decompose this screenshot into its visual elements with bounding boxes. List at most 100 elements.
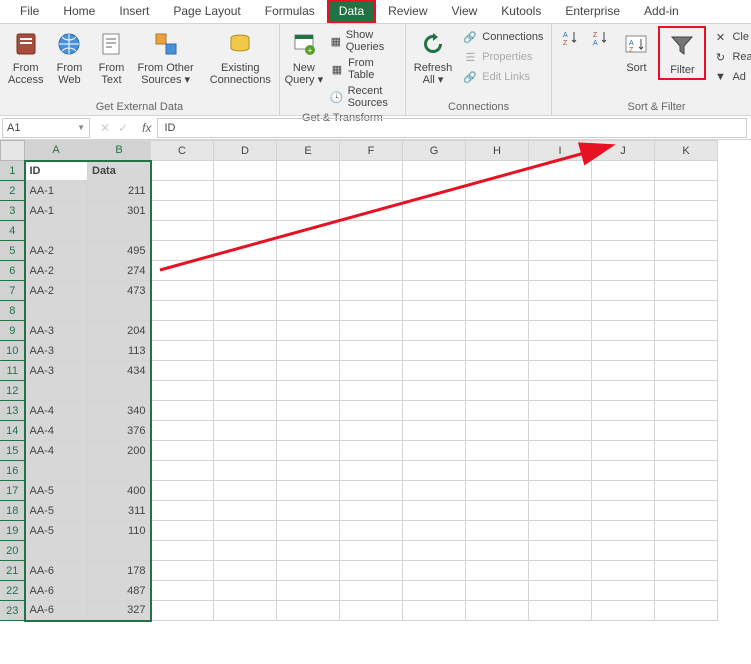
cell[interactable] xyxy=(277,601,340,621)
cell[interactable] xyxy=(466,501,529,521)
cell[interactable]: AA-5 xyxy=(25,481,88,501)
cell[interactable] xyxy=(592,261,655,281)
cell[interactable] xyxy=(529,581,592,601)
cell[interactable] xyxy=(340,601,403,621)
sort-az-button[interactable]: AZ xyxy=(556,26,584,50)
cell[interactable]: AA-2 xyxy=(25,241,88,261)
cell[interactable] xyxy=(466,281,529,301)
filter-button[interactable]: Filter xyxy=(662,28,702,78)
cell[interactable]: ID xyxy=(25,161,88,181)
cell[interactable] xyxy=(529,421,592,441)
cell[interactable] xyxy=(340,441,403,461)
cell[interactable] xyxy=(151,201,214,221)
cell[interactable] xyxy=(277,261,340,281)
cell[interactable] xyxy=(403,501,466,521)
cell[interactable]: 110 xyxy=(88,521,151,541)
row-header[interactable]: 13 xyxy=(1,401,25,421)
cell[interactable] xyxy=(403,161,466,181)
cell[interactable] xyxy=(655,541,718,561)
cell[interactable] xyxy=(277,461,340,481)
cell[interactable] xyxy=(214,381,277,401)
cell[interactable] xyxy=(214,301,277,321)
cell[interactable] xyxy=(529,461,592,481)
cell[interactable] xyxy=(529,281,592,301)
cell[interactable] xyxy=(151,541,214,561)
cell[interactable] xyxy=(340,161,403,181)
cell[interactable] xyxy=(214,501,277,521)
cell[interactable] xyxy=(529,321,592,341)
cell[interactable] xyxy=(277,501,340,521)
cell[interactable] xyxy=(403,241,466,261)
row-header[interactable]: 23 xyxy=(1,601,25,621)
cell[interactable] xyxy=(25,461,88,481)
row-header[interactable]: 6 xyxy=(1,261,25,281)
cell[interactable] xyxy=(529,221,592,241)
cell[interactable] xyxy=(466,341,529,361)
cell[interactable] xyxy=(151,301,214,321)
row-header[interactable]: 14 xyxy=(1,421,25,441)
cell[interactable]: AA-3 xyxy=(25,361,88,381)
cell[interactable] xyxy=(151,321,214,341)
cell[interactable]: AA-2 xyxy=(25,261,88,281)
column-header[interactable]: G xyxy=(403,141,466,161)
cell[interactable] xyxy=(655,501,718,521)
cell[interactable] xyxy=(655,581,718,601)
tab-enterprise[interactable]: Enterprise xyxy=(553,0,632,23)
cell[interactable] xyxy=(277,381,340,401)
cell[interactable] xyxy=(529,501,592,521)
cell[interactable] xyxy=(403,461,466,481)
cell[interactable] xyxy=(403,381,466,401)
cell[interactable] xyxy=(214,561,277,581)
cell[interactable] xyxy=(214,461,277,481)
cell[interactable] xyxy=(529,181,592,201)
cell[interactable] xyxy=(340,561,403,581)
cell[interactable] xyxy=(403,561,466,581)
cell[interactable] xyxy=(151,281,214,301)
cell[interactable] xyxy=(277,561,340,581)
cell[interactable] xyxy=(592,541,655,561)
cell[interactable] xyxy=(151,421,214,441)
column-header[interactable]: C xyxy=(151,141,214,161)
cell[interactable]: AA-6 xyxy=(25,561,88,581)
cell[interactable] xyxy=(466,241,529,261)
cell[interactable] xyxy=(340,261,403,281)
cell[interactable] xyxy=(529,441,592,461)
cell[interactable] xyxy=(340,221,403,241)
cell[interactable] xyxy=(340,481,403,501)
cell[interactable] xyxy=(403,401,466,421)
spreadsheet-grid[interactable]: ABCDEFGHIJK1IDData2AA-12113AA-130145AA-2… xyxy=(0,140,751,622)
row-header[interactable]: 15 xyxy=(1,441,25,461)
cancel-icon[interactable]: ✕ xyxy=(100,121,110,135)
cell[interactable] xyxy=(403,261,466,281)
fx-icon[interactable]: fx xyxy=(136,121,157,135)
cell[interactable] xyxy=(340,361,403,381)
cell[interactable] xyxy=(466,201,529,221)
cell[interactable] xyxy=(655,481,718,501)
cell[interactable] xyxy=(529,601,592,621)
show-queries-button[interactable]: ▦Show Queries xyxy=(326,28,401,54)
cell[interactable] xyxy=(403,221,466,241)
cell[interactable] xyxy=(466,181,529,201)
recent-sources-button[interactable]: 🕓Recent Sources xyxy=(326,84,401,110)
from-other-sources-button[interactable]: From Other Sources ▾ xyxy=(133,26,197,88)
cell[interactable] xyxy=(466,321,529,341)
cell[interactable] xyxy=(151,241,214,261)
column-header[interactable]: K xyxy=(655,141,718,161)
advanced-button[interactable]: ▼Ad xyxy=(708,68,751,86)
cell[interactable] xyxy=(277,201,340,221)
cell[interactable] xyxy=(529,481,592,501)
row-header[interactable]: 16 xyxy=(1,461,25,481)
cell[interactable] xyxy=(277,401,340,421)
cell[interactable] xyxy=(214,221,277,241)
cell[interactable] xyxy=(655,521,718,541)
cell[interactable] xyxy=(466,481,529,501)
cell[interactable] xyxy=(466,541,529,561)
cell[interactable]: 487 xyxy=(88,581,151,601)
tab-home[interactable]: Home xyxy=(51,0,107,23)
cell[interactable] xyxy=(403,481,466,501)
cell[interactable] xyxy=(403,601,466,621)
cell[interactable] xyxy=(529,201,592,221)
cell[interactable] xyxy=(403,341,466,361)
cell[interactable] xyxy=(340,381,403,401)
row-header[interactable]: 2 xyxy=(1,181,25,201)
